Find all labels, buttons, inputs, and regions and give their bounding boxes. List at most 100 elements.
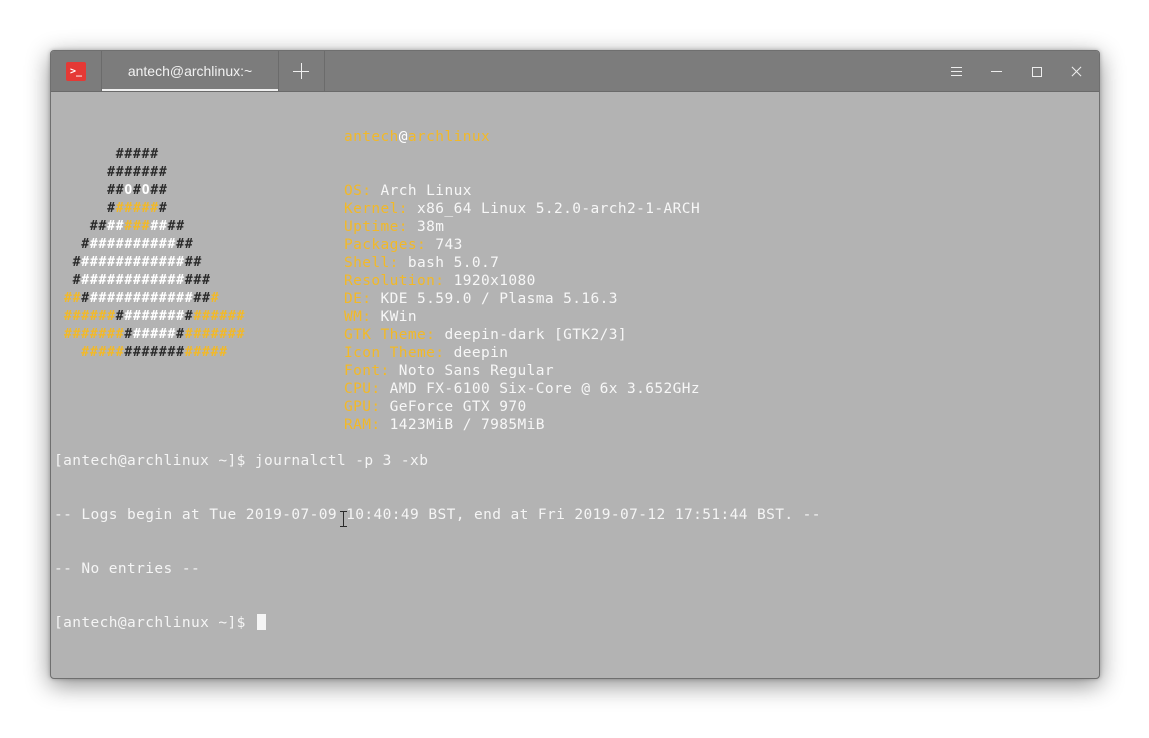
logo-segment: ## <box>167 219 185 234</box>
logo-segment: ## <box>107 219 125 234</box>
system-info: antech@archlinux OS: Arch Linux Kernel: x… <box>344 92 700 470</box>
logo-segment: ###### <box>193 309 246 324</box>
tab-title: antech@archlinux:~ <box>127 63 253 79</box>
info-value: KWin <box>380 309 418 325</box>
logo-segment <box>64 255 73 270</box>
logo-line: ################## <box>64 290 245 308</box>
logo-segment: ############ <box>81 255 185 270</box>
log-header-line: -- Logs begin at Tue 2019-07-09 10:40:49… <box>54 507 821 523</box>
user-host-line: antech@archlinux <box>344 128 700 146</box>
logo-line: ##################### <box>64 308 245 326</box>
info-key: Resolution: <box>344 273 454 289</box>
tab-terminal[interactable]: antech@archlinux:~ <box>101 51 279 91</box>
logo-segment: ###### <box>64 309 116 324</box>
info-row: Kernel: x86_64 Linux 5.2.0-arch2-1-ARCH <box>344 200 700 218</box>
info-row: OS: Arch Linux <box>344 182 700 200</box>
info-key: Font: <box>344 363 399 379</box>
at-sign: @ <box>398 129 408 145</box>
logo-segment: ## <box>193 291 211 306</box>
logo-segment: # <box>124 327 134 342</box>
info-row: Packages: 743 <box>344 236 700 254</box>
logo-segment <box>64 345 81 360</box>
terminal-icon[interactable]: >_ <box>66 62 86 81</box>
logo-line: ################# <box>64 344 245 362</box>
info-row: GTK Theme: deepin-dark [GTK2/3] <box>344 326 700 344</box>
minimize-button[interactable] <box>977 51 1017 91</box>
logo-segment <box>64 183 107 198</box>
info-row: GPU: GeForce GTX 970 <box>344 398 700 416</box>
logo-line: ########### <box>64 218 245 236</box>
logo-line: ##O#O## <box>64 182 245 200</box>
info-value: AMD FX-6100 Six-Core @ 6x 3.652GHz <box>389 381 701 397</box>
info-value: 743 <box>435 237 463 253</box>
info-row: Shell: bash 5.0.7 <box>344 254 700 272</box>
info-value: 1920x1080 <box>453 273 536 289</box>
info-key: GTK Theme: <box>344 327 445 343</box>
logo-segment <box>64 165 107 180</box>
info-value: deepin <box>453 345 509 361</box>
info-key: WM: <box>344 309 381 325</box>
command-line: [antech@archlinux ~]$ journalctl -p 3 -x… <box>54 453 429 469</box>
logo-line: ####### <box>64 200 245 218</box>
logo-segment: # <box>133 183 142 198</box>
logo-segment: O <box>124 183 134 198</box>
terminal-window: >_ antech@archlinux:~ ##### ####### ##O#… <box>50 50 1100 679</box>
text-ibeam-cursor-icon <box>340 510 348 528</box>
info-row: CPU: AMD FX-6100 Six-Core @ 6x 3.652GHz <box>344 380 700 398</box>
title-bar[interactable]: >_ antech@archlinux:~ <box>51 51 1099 92</box>
new-tab-button[interactable] <box>278 51 325 91</box>
no-entries-line: -- No entries -- <box>54 561 201 577</box>
logo-segment: ##### <box>81 345 125 360</box>
info-key: GPU: <box>344 399 390 415</box>
prompt-text: [antech@archlinux ~]$ <box>54 615 255 631</box>
terminal-output[interactable]: ##### ####### ##O#O## ####### ##########… <box>51 92 1099 678</box>
info-value: x86_64 Linux 5.2.0-arch2-1-ARCH <box>417 201 701 217</box>
logo-segment: ## <box>64 291 82 306</box>
menu-button[interactable] <box>937 51 977 91</box>
logo-segment: # <box>72 255 82 270</box>
info-key: Shell: <box>344 255 408 271</box>
info-row: Font: Noto Sans Regular <box>344 362 700 380</box>
info-value: 38m <box>417 219 445 235</box>
info-row: Resolution: 1920x1080 <box>344 272 700 290</box>
close-button[interactable] <box>1057 51 1097 91</box>
logo-line: ##### <box>64 146 245 164</box>
logo-segment <box>64 273 73 288</box>
logo-segment: ########## <box>89 237 177 252</box>
hostname: archlinux <box>407 129 491 145</box>
prompt-line[interactable]: [antech@archlinux ~]$ <box>54 614 821 632</box>
logo-segment <box>64 147 116 162</box>
logo-segment: ## <box>176 237 194 252</box>
logo-segment: # <box>210 291 220 306</box>
logo-segment: ## <box>150 219 168 234</box>
logo-segment: ##### <box>115 201 159 216</box>
logo-segment: ## <box>107 183 125 198</box>
info-row: DE: KDE 5.59.0 / Plasma 5.16.3 <box>344 290 700 308</box>
info-key: Packages: <box>344 237 436 253</box>
logo-segment: # <box>81 291 90 306</box>
arch-ascii-logo: ##### ####### ##O#O## ####### ##########… <box>64 146 245 362</box>
info-key: CPU: <box>344 381 390 397</box>
logo-segment: ### <box>184 273 211 288</box>
logo-segment: ##### <box>133 327 177 342</box>
logo-segment: ####### <box>124 309 185 324</box>
info-row: Icon Theme: deepin <box>344 344 700 362</box>
info-value: Arch Linux <box>380 183 472 199</box>
logo-segment: ## <box>150 183 168 198</box>
info-key: Uptime: <box>344 219 418 235</box>
logo-line: ####### <box>64 164 245 182</box>
info-value: KDE 5.59.0 / Plasma 5.16.3 <box>380 291 618 307</box>
info-row: Uptime: 38m <box>344 218 700 236</box>
logo-line: ############### <box>64 254 245 272</box>
maximize-button[interactable] <box>1017 51 1057 91</box>
logo-segment: # <box>176 327 185 342</box>
logo-segment <box>64 201 107 216</box>
logo-segment: # <box>81 237 90 252</box>
text-cursor <box>256 614 266 630</box>
logo-segment: ## <box>89 219 108 234</box>
info-value: deepin-dark [GTK2/3] <box>444 327 628 343</box>
logo-line: ##################### <box>64 326 245 344</box>
info-key: Kernel: <box>344 201 418 217</box>
logo-segment: # <box>107 201 116 216</box>
logo-segment: ####### <box>64 327 125 342</box>
